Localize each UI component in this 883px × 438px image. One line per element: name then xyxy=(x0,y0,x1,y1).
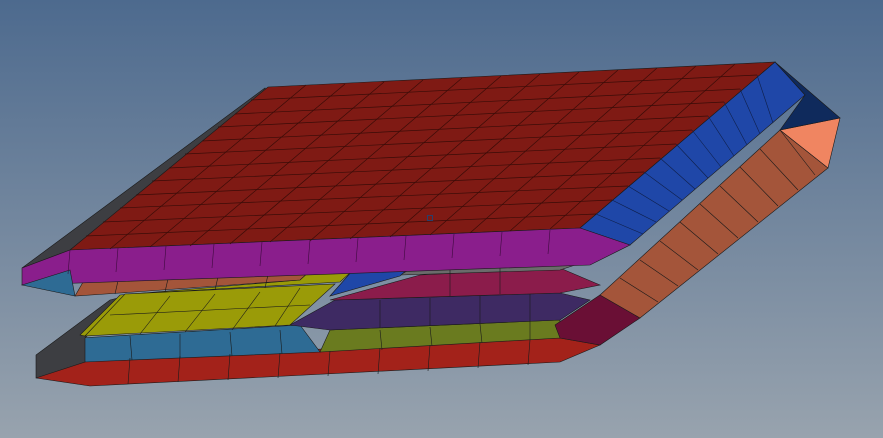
fe-mesh-view[interactable] xyxy=(0,0,883,438)
graphics-viewport[interactable] xyxy=(0,0,883,438)
selection-marker xyxy=(427,215,433,221)
